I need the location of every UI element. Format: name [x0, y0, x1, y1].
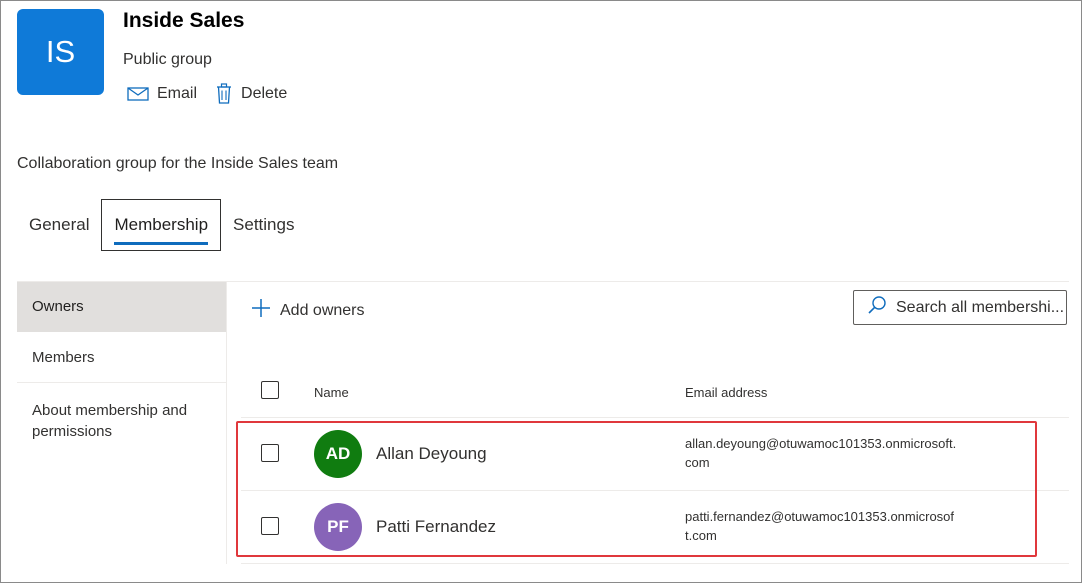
membership-sidenav: Owners Members About membership and perm… — [17, 282, 226, 452]
column-header-email[interactable]: Email address — [685, 385, 767, 400]
add-owners-label: Add owners — [280, 301, 365, 319]
group-avatar: IS — [17, 9, 104, 95]
mail-icon — [127, 86, 149, 102]
search-input[interactable] — [896, 298, 1066, 317]
sidenav-item-owners[interactable]: Owners — [17, 282, 226, 332]
sidenav-item-about-membership[interactable]: About membership and permissions — [17, 383, 226, 452]
group-type: Public group — [123, 51, 212, 68]
group-initials: IS — [45, 34, 76, 69]
add-owners-button[interactable]: Add owners — [250, 297, 365, 324]
column-header-name[interactable]: Name — [314, 385, 349, 400]
delete-button-label: Delete — [241, 85, 288, 102]
sidenav-item-members[interactable]: Members — [17, 332, 226, 383]
highlight-box — [236, 421, 1037, 557]
group-title: Inside Sales — [123, 9, 245, 32]
email-button-label: Email — [157, 85, 198, 102]
delete-button[interactable]: Delete — [215, 83, 287, 105]
trash-icon — [215, 83, 233, 105]
email-button[interactable]: Email — [127, 85, 197, 103]
search-box[interactable] — [853, 290, 1067, 325]
tab-membership[interactable]: Membership — [101, 199, 222, 251]
search-icon — [866, 294, 888, 321]
tab-general[interactable]: General — [17, 199, 101, 251]
divider — [226, 282, 227, 564]
table-header: Name Email address — [241, 371, 1069, 418]
group-actions: Email Delete — [127, 83, 287, 105]
select-all-checkbox[interactable] — [261, 381, 279, 399]
divider — [241, 563, 1069, 564]
group-details-panel: IS Inside Sales Public group Email Delet… — [0, 0, 1082, 583]
tab-settings[interactable]: Settings — [221, 199, 306, 251]
plus-icon — [250, 297, 272, 324]
group-description: Collaboration group for the Inside Sales… — [17, 155, 339, 172]
tab-bar: General Membership Settings — [17, 199, 306, 251]
